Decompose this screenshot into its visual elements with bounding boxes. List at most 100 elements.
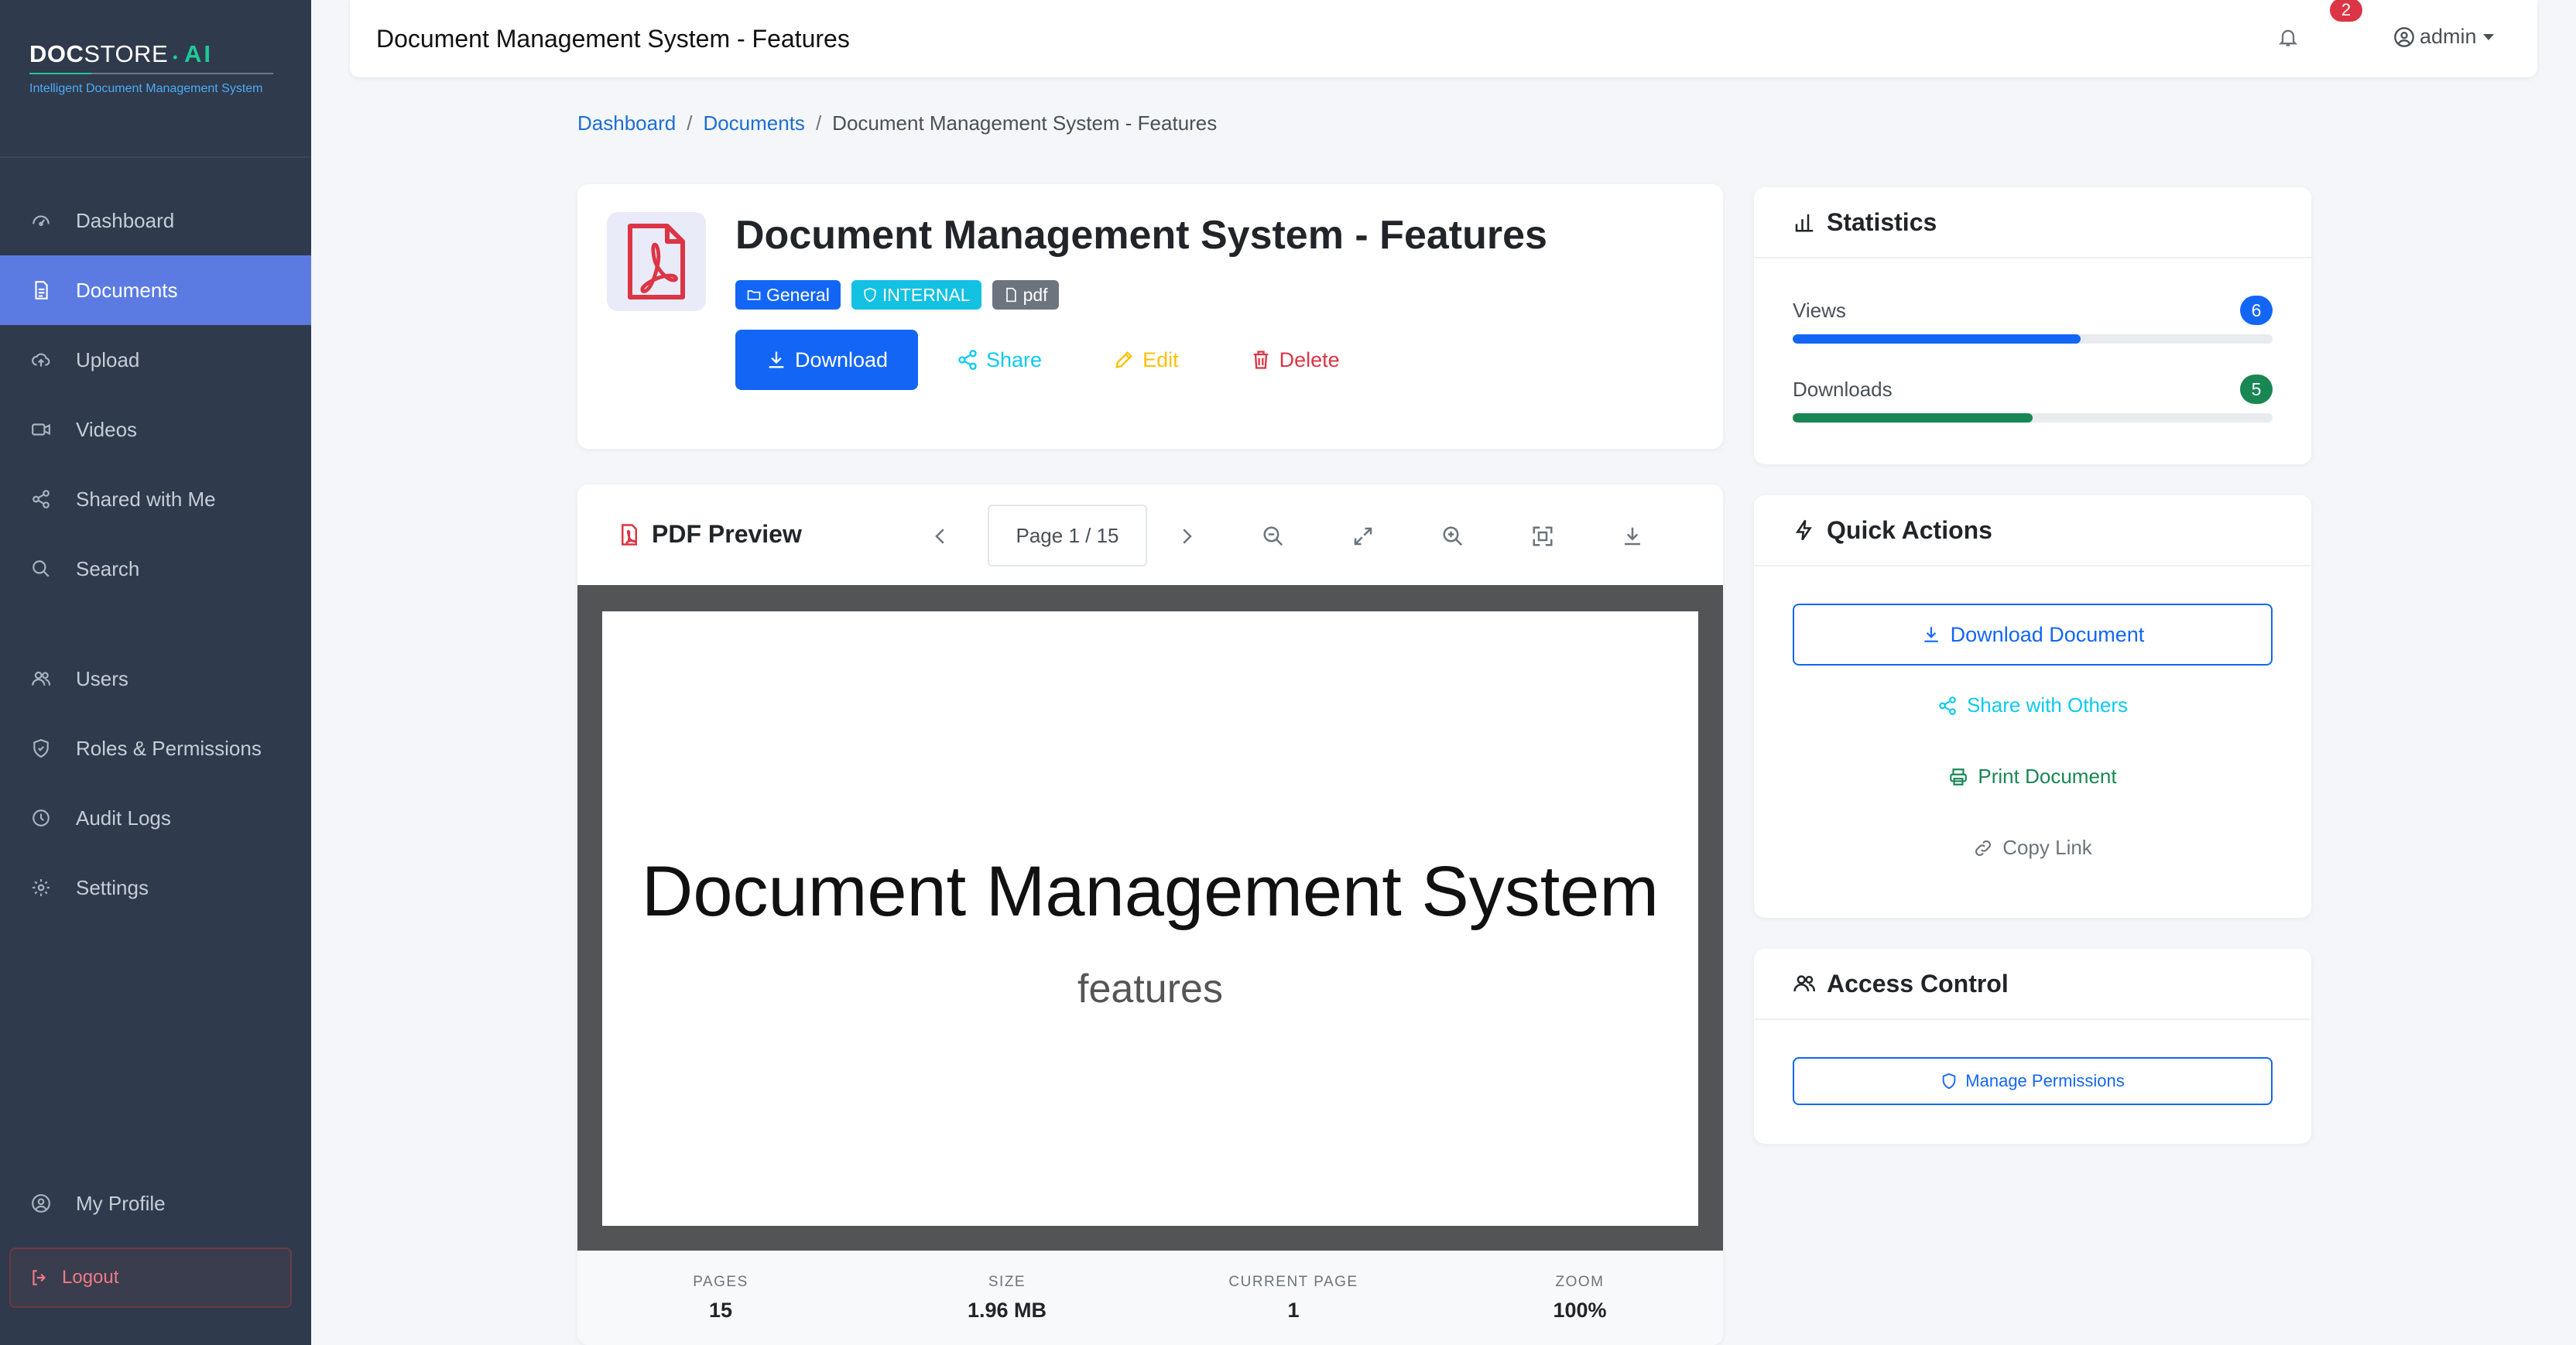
pdf-file-icon [622,523,637,546]
sidebar-item-my-profile[interactable]: My Profile [0,1169,311,1238]
stat-value: 100% [1553,1299,1607,1322]
brand-doc: DOC [29,40,84,67]
delete-button[interactable]: Delete [1250,348,1340,372]
download-icon [1924,627,1938,642]
sidebar-item-users[interactable]: Users [0,644,311,714]
stat-key: CURRENT PAGE [1228,1274,1358,1290]
zoom-in-icon [1443,526,1463,546]
views-progress [1793,334,2273,344]
document-title: Document Management System - Features [735,213,1547,258]
access-control-header: Access Control [1754,949,2311,1020]
manage-permissions-label: Manage Permissions [1965,1071,2125,1090]
views-progress-fill [1793,334,2081,344]
edit-button[interactable]: Edit [1113,348,1179,372]
statistics-card: Statistics Views 6 Downloads 5 [1754,187,2311,464]
printer-icon [1950,768,1968,785]
sidebar-item-roles[interactable]: Roles & Permissions [0,714,311,783]
share-with-others-button[interactable]: Share with Others [1793,693,2273,717]
document-icon [35,281,48,299]
quick-actions-title: Quick Actions [1827,515,1992,544]
sidebar-item-upload[interactable]: Upload [0,325,311,395]
share-button[interactable]: Share [957,348,1042,372]
user-menu[interactable]: admin [2393,25,2494,49]
views-count-badge: 6 [2240,296,2273,325]
sidebar-item-shared[interactable]: Shared with Me [0,464,311,534]
sidebar-item-settings[interactable]: Settings [0,853,311,922]
download-icon [1625,527,1640,546]
stat-key: SIZE [988,1274,1026,1290]
classification-tag: INTERNAL [851,280,981,310]
access-control-title: Access Control [1827,969,2009,998]
brand[interactable]: DOC STORE • AI Intelligent Document Managem… [0,0,311,158]
sidebar-item-label: Users [76,666,128,690]
share-icon [33,490,50,508]
download-icon [769,351,784,368]
stat-key: ZOOM [1555,1274,1605,1290]
pdf-preview-label: PDF Preview [652,520,802,548]
sidebar-item-label: Shared with Me [76,487,216,511]
pdf-preview-card: PDF Preview Page 1 / 15 Document Managem… [577,484,1723,1345]
views-label: Views [1793,298,1846,322]
sidebar-item-dashboard[interactable]: Dashboard [0,186,311,255]
link-icon [1975,840,1992,856]
pdf-page-heading: Document Management System [641,852,1660,931]
sidebar-item-audit-logs[interactable]: Audit Logs [0,783,311,853]
dashboard-icon [33,215,50,227]
category-tag[interactable]: General [735,280,841,310]
file-type-tile [607,212,706,311]
downloads-count-badge: 5 [2240,375,2273,404]
shield-icon [1943,1073,1956,1090]
copy-link-button[interactable]: Copy Link [1793,836,2273,860]
gear-icon [33,879,50,896]
downloads-label: Downloads [1793,377,1893,401]
page-indicator[interactable]: Page 1 / 15 [988,505,1147,566]
breadcrumb-documents[interactable]: Documents [703,111,805,135]
pdf-viewer[interactable]: Document Management System features [577,585,1723,1251]
logout-button[interactable]: Logout [9,1247,292,1308]
next-page-button[interactable] [1175,525,1200,549]
sidebar-item-label: Settings [76,875,149,899]
stat-value: 1.96 MB [967,1299,1047,1322]
stat-pages: PAGES 15 [577,1251,864,1345]
chevron-down-icon [2482,33,2494,40]
pdf-download-button[interactable] [1621,525,1646,549]
file-icon [1005,287,1016,303]
print-document-button[interactable]: Print Document [1793,765,2273,789]
download-button[interactable]: Download [735,330,918,390]
sidebar-item-search[interactable]: Search [0,534,311,604]
bell-icon [2278,29,2298,46]
copy-link-label: Copy Link [2002,836,2092,859]
breadcrumb-dashboard[interactable]: Dashboard [577,111,676,135]
sidebar-item-label: Upload [76,347,140,371]
sidebar-nav: Dashboard Documents Upload Videos Shared… [0,186,311,922]
sidebar-item-label: Documents [76,278,178,302]
expand-icon [1354,527,1372,546]
prev-page-button[interactable] [929,525,954,549]
download-document-button[interactable]: Download Document [1793,604,2273,666]
logout-label: Logout [62,1267,119,1288]
sidebar: DOC STORE • AI Intelligent Document Managem… [0,0,311,1345]
stat-value: 1 [1287,1299,1300,1322]
zoom-in-button[interactable] [1441,525,1466,549]
folder-icon [747,290,761,300]
brand-dot: • [173,50,178,65]
brand-tagline: Intelligent Document Management System [29,82,263,95]
pdf-info-bar: PAGES 15 SIZE 1.96 MB CURRENT PAGE 1 ZOO… [577,1251,1723,1345]
brand-store: STORE [84,40,169,67]
chevron-left-icon [935,529,944,544]
sidebar-item-documents[interactable]: Documents [0,255,311,325]
sidebar-item-label: Videos [76,417,138,441]
quick-actions-card: Quick Actions Download Document Share wi… [1754,495,2311,918]
pdf-toolbar: PDF Preview Page 1 / 15 [577,484,1723,585]
username: admin [2420,25,2477,48]
manage-permissions-button[interactable]: Manage Permissions [1793,1057,2273,1105]
share-icon [958,350,977,370]
sidebar-item-label: Roles & Permissions [76,736,262,760]
trash-icon [1253,351,1268,369]
fit-width-button[interactable] [1351,525,1376,549]
sidebar-item-videos[interactable]: Videos [0,395,311,464]
notifications-button[interactable] [2277,26,2300,50]
fullscreen-button[interactable] [1531,525,1556,549]
zoom-out-button[interactable] [1262,525,1286,549]
brand-ai: AI [183,40,213,67]
